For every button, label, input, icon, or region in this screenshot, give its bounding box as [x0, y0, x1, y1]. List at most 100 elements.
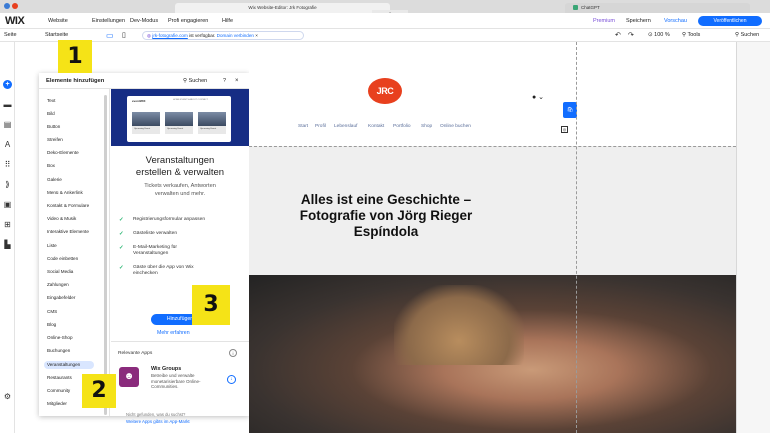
page-label: Seite: [4, 32, 17, 38]
window-control-icon[interactable]: [4, 3, 10, 9]
section-guide-vertical: [576, 42, 577, 433]
category-item[interactable]: Deko-Elemente: [47, 150, 79, 155]
category-item[interactable]: Restaurants: [47, 375, 72, 380]
feature-text: Gästeliste verwalten: [133, 231, 178, 236]
category-scrollbar[interactable]: [104, 95, 107, 415]
category-item[interactable]: Liste: [47, 243, 57, 248]
category-item[interactable]: Button: [47, 124, 60, 129]
category-item[interactable]: Blog: [47, 322, 56, 327]
learn-more-link[interactable]: Mehr erfahren: [157, 330, 190, 336]
nav-link-online-buchen[interactable]: Online buchen: [440, 124, 471, 129]
nav-link-shop[interactable]: Shop: [421, 124, 432, 129]
redo-icon[interactable]: ↷: [628, 29, 634, 42]
undo-icon[interactable]: ↶: [615, 29, 621, 42]
editor-canvas[interactable]: JRC ● ⌄ 🛍 Start Profil Lebenslauf Kontak…: [249, 42, 770, 433]
category-list: Text Bild Button Streifen Deko-Elemente …: [39, 89, 110, 416]
category-item[interactable]: Online-Shop: [47, 335, 73, 340]
search-button[interactable]: ⚲ Suchen: [735, 29, 759, 42]
category-item[interactable]: Community: [47, 388, 70, 393]
left-rail: + ▬ ▤ A ⠿ ⟫ ▣ ⊞ ▙ ⚙: [0, 42, 15, 433]
feature-text: Registrierungsformular anpassen: [133, 217, 206, 222]
mock-photo: [165, 112, 193, 126]
zoom-value: 100 %: [654, 32, 670, 38]
market-icon[interactable]: ▙: [3, 240, 12, 249]
browser-tab-chatgpt[interactable]: ChatGPT: [565, 3, 750, 13]
menu-website[interactable]: Website: [48, 13, 68, 29]
menu-hire-pro[interactable]: Profi engagieren: [168, 13, 208, 29]
nav-link-lebenslauf[interactable]: Lebenslauf: [334, 124, 357, 129]
premium-link[interactable]: Premium: [593, 13, 615, 29]
nav-link-profil[interactable]: Profil: [315, 124, 326, 129]
category-item[interactable]: Interaktive Elemente: [47, 229, 89, 234]
annotation-badge-3: 3: [192, 285, 230, 325]
tools-button[interactable]: ⚲ Tools: [682, 29, 700, 42]
window-control-icon[interactable]: [12, 3, 18, 9]
nav-link-start[interactable]: Start: [298, 124, 308, 129]
account-icon[interactable]: ● ⌄: [532, 93, 544, 101]
sections-icon[interactable]: ▬: [3, 100, 12, 109]
category-item[interactable]: Kontakt & Formulare: [47, 203, 89, 208]
domain-available-text: ist verfügbar.: [189, 33, 216, 38]
mock-photo: [132, 112, 160, 126]
category-item[interactable]: Video & Musik: [47, 216, 76, 221]
cms-icon[interactable]: ⊞: [3, 220, 12, 229]
app-card-wix-groups[interactable]: ☻ Wix Groups Betreibe und verwalte monet…: [111, 361, 249, 401]
pages-icon[interactable]: ▤: [3, 120, 12, 129]
category-item[interactable]: Streifen: [47, 137, 63, 142]
design-icon[interactable]: A: [3, 140, 12, 149]
browser-tab-active[interactable]: Wix Website-Editor: Jrk Fotografie: [175, 3, 390, 13]
category-item[interactable]: Text: [47, 98, 55, 103]
category-item[interactable]: Social Media: [47, 269, 73, 274]
add-icon[interactable]: +: [3, 80, 12, 89]
app-description: Betreibe und verwalte monetarisierbare O…: [151, 373, 201, 390]
cart-icon[interactable]: 🛍: [563, 102, 577, 118]
not-found-text: Nicht gefunden, was du suchst?: [126, 412, 186, 417]
category-item[interactable]: Mitglieder: [47, 401, 67, 406]
business-icon[interactable]: ⟫: [3, 180, 12, 189]
category-item[interactable]: Buchungen: [47, 348, 70, 353]
menu-help[interactable]: Hilfe: [222, 13, 233, 29]
menu-settings[interactable]: Einstellungen: [92, 13, 125, 29]
mock-card-label: Upcoming Event: [167, 128, 184, 130]
site-header[interactable]: [249, 68, 736, 143]
preview-button[interactable]: Vorschau: [664, 13, 687, 29]
app-name: Wix Groups: [151, 366, 182, 372]
info-icon[interactable]: i: [229, 349, 237, 357]
domain-link[interactable]: jrk-fotografie.com: [152, 33, 188, 38]
divider: [111, 341, 249, 342]
apps-icon[interactable]: ⠿: [3, 160, 12, 169]
help-icon[interactable]: ?: [223, 73, 226, 89]
editor-toolbar: Seite Startseite ▭ ▯ ◍ jrk-fotografie.co…: [0, 29, 770, 42]
publish-button[interactable]: Veröffentlichen: [698, 16, 762, 26]
category-item[interactable]: Zahlungen: [47, 282, 69, 287]
app-add-icon[interactable]: ↓: [227, 375, 236, 384]
connect-domain-link[interactable]: Domain verbinden: [217, 33, 254, 38]
panel-search-button[interactable]: ⚲ Suchen: [183, 73, 207, 89]
media-icon[interactable]: ▣: [3, 200, 12, 209]
desktop-view-icon[interactable]: ▭: [106, 29, 114, 42]
category-item[interactable]: Bild: [47, 111, 55, 116]
close-banner-icon[interactable]: ×: [255, 33, 258, 38]
category-item[interactable]: Eingabefelder: [47, 295, 75, 300]
category-item[interactable]: Menü & Ankerlink: [47, 190, 83, 195]
check-icon: ✓: [119, 265, 124, 271]
menu-dev-mode[interactable]: Dev-Modus: [130, 13, 158, 29]
mobile-view-icon[interactable]: ▯: [122, 29, 126, 42]
category-item[interactable]: Box: [47, 163, 55, 168]
settings-icon[interactable]: ⚙: [3, 392, 12, 401]
site-logo[interactable]: JRC: [368, 78, 402, 104]
zoom-control[interactable]: ⊙ 100 %: [648, 29, 670, 42]
nav-link-portfolio[interactable]: Portfolio: [393, 124, 411, 129]
nav-link-kontakt[interactable]: Kontakt: [368, 124, 384, 129]
wix-logo[interactable]: WIX: [5, 15, 25, 27]
site-page[interactable]: JRC ● ⌄ 🛍 Start Profil Lebenslauf Kontak…: [249, 42, 736, 433]
category-item[interactable]: CMS: [47, 309, 57, 314]
category-item[interactable]: Code einbetten: [47, 256, 78, 261]
category-item[interactable]: Galerie: [47, 177, 62, 182]
save-button[interactable]: Speichern: [626, 13, 651, 29]
app-market-link[interactable]: Weitere Apps gibts im App-Markt: [126, 419, 190, 424]
hero-title[interactable]: Alles ist eine Geschichte – Fotografie v…: [249, 192, 523, 240]
close-icon[interactable]: ×: [235, 73, 239, 89]
social-icon[interactable]: ◎: [561, 126, 568, 133]
category-item-selected[interactable]: Veranstaltungen: [44, 361, 94, 369]
